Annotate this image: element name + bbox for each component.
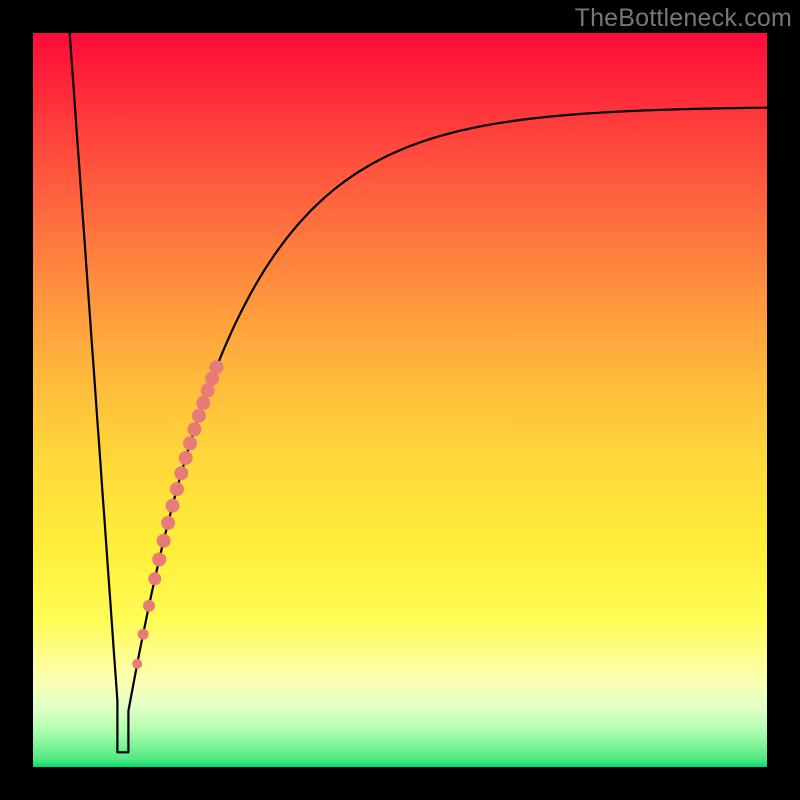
chart-svg [33, 33, 767, 767]
highlight-dot [132, 659, 142, 669]
highlight-dot [138, 629, 149, 640]
highlight-dot [210, 360, 224, 374]
highlight-dot [166, 499, 180, 513]
bottleneck-curve [70, 33, 767, 752]
chart-frame: TheBottleneck.com [0, 0, 800, 800]
highlight-dot [188, 422, 202, 436]
highlight-dot [183, 436, 197, 450]
highlight-dot [201, 384, 215, 398]
highlight-dot [143, 600, 155, 612]
watermark-text: TheBottleneck.com [575, 4, 792, 33]
highlight-dot [157, 534, 171, 548]
highlight-dot [152, 553, 166, 567]
highlight-dot [196, 396, 210, 410]
highlight-dot [174, 466, 188, 480]
plot-area [33, 33, 767, 767]
highlight-dot [148, 572, 161, 585]
highlight-dot [192, 409, 206, 423]
highlight-dot [170, 482, 184, 496]
highlight-dot [179, 451, 193, 465]
highlight-dot [161, 516, 175, 530]
